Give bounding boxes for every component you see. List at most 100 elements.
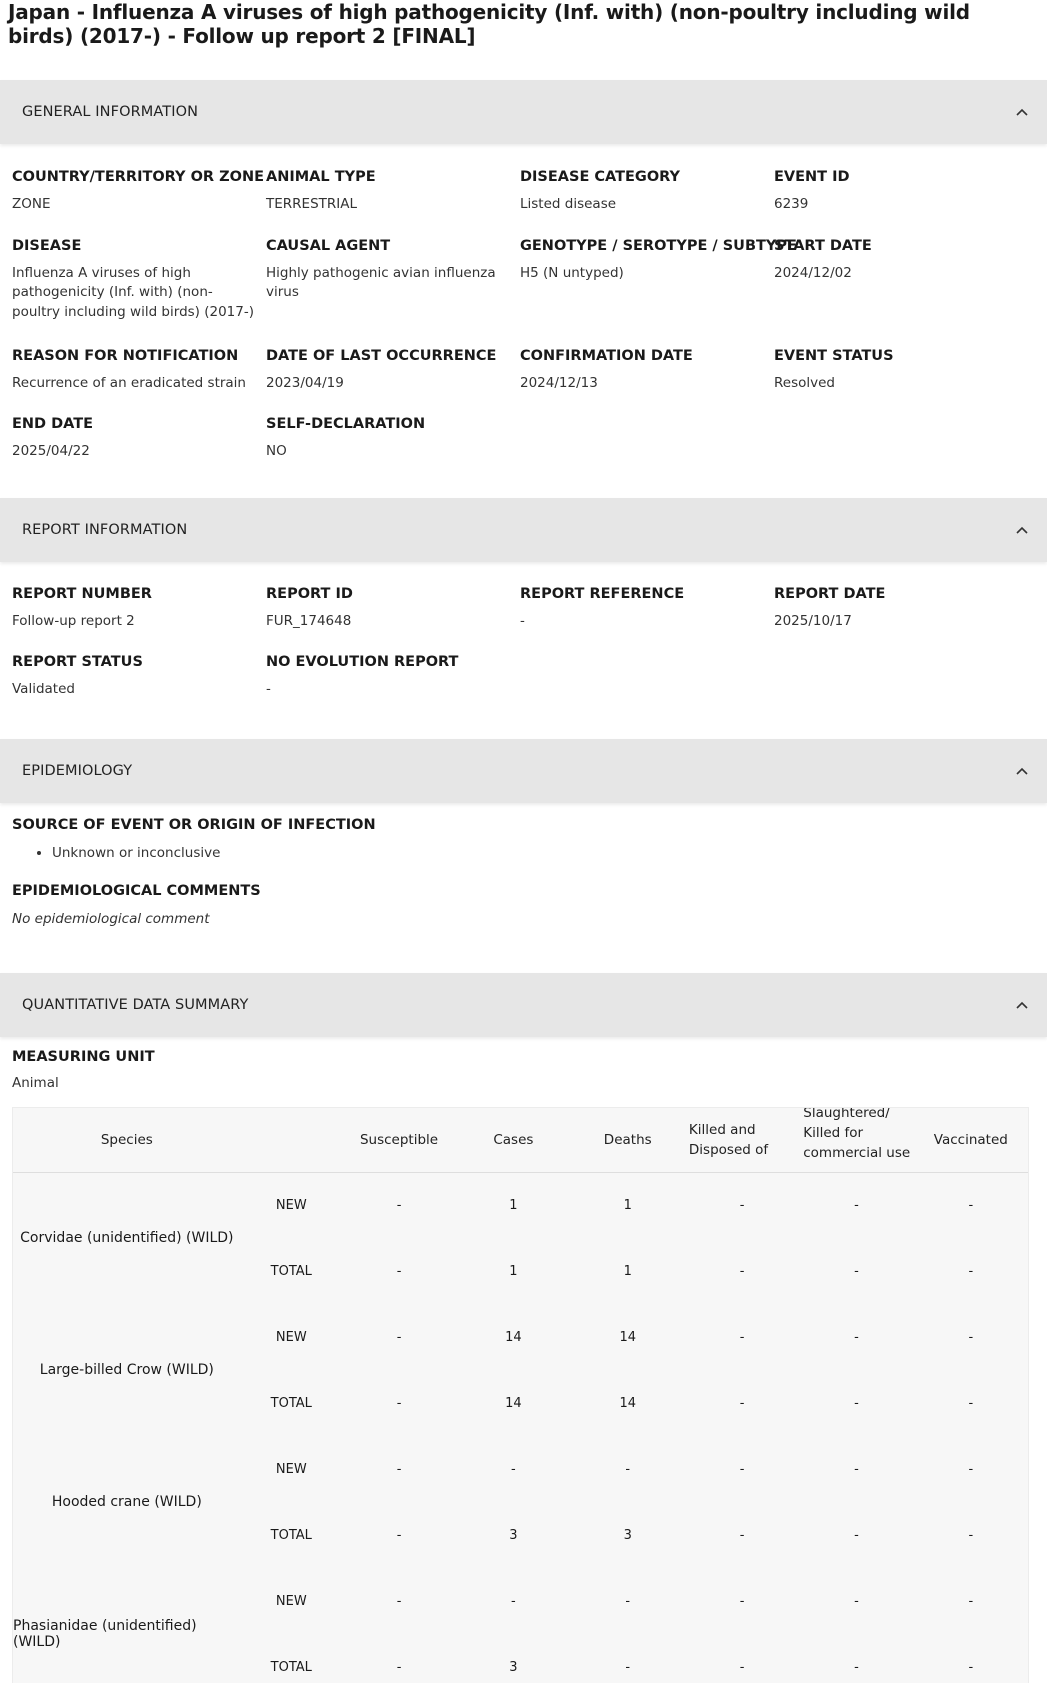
value-cell: - xyxy=(739,1659,745,1675)
value-cell: - xyxy=(968,1263,974,1279)
value-cell: - xyxy=(396,1395,402,1411)
report-page: Japan - Influenza A viruses of high path… xyxy=(0,0,1047,1683)
table-row: Corvidae (unidentified) (WILD) NEW - 1 1 - - - xyxy=(13,1172,1028,1247)
field-start-date: START DATE 2024/12/02 xyxy=(774,237,872,281)
row-type-label: NEW xyxy=(275,1329,307,1345)
source-list: Unknown or inconclusive xyxy=(12,843,1035,863)
general-info-grid-2: DISEASE Influenza A viruses of high path… xyxy=(0,236,1047,323)
table-body: Corvidae (unidentified) (WILD) NEW - 1 1 - - - T… xyxy=(13,1172,1028,1683)
page-title: Japan - Influenza A viruses of high path… xyxy=(8,0,970,48)
col-susceptible[interactable]: Susceptible xyxy=(341,1108,457,1173)
value-cell: - xyxy=(854,1395,859,1411)
table-row: Phasianidae (unidentified) (WILD) NEW - - - -… xyxy=(13,1568,1028,1651)
col-killed-disposed[interactable]: Killed and Disposed of xyxy=(684,1108,800,1173)
field-report-number: REPORT NUMBER Follow-up report 2 xyxy=(12,586,152,629)
field-country: COUNTRY/TERRITORY OR ZONE ZONE xyxy=(12,169,265,212)
section-header-quantitative[interactable]: QUANTITATIVE DATA SUMMARY xyxy=(0,973,1047,1037)
report-info-grid-2: REPORT STATUS Validated NO EVOLUTION REP… xyxy=(0,652,1047,700)
value-cell: - xyxy=(396,1461,402,1477)
value-cell: - xyxy=(739,1395,745,1411)
col-species[interactable]: Species xyxy=(13,1108,241,1173)
epi-source: SOURCE OF EVENT OR ORIGIN OF INFECTION U… xyxy=(0,815,1047,863)
value-cell: 3 xyxy=(509,1527,518,1543)
section-label: QUANTITATIVE DATA SUMMARY xyxy=(22,997,249,1013)
species-cell: Phasianidae (unidentified) (WILD) xyxy=(13,1618,197,1650)
value-cell: 1 xyxy=(623,1197,632,1213)
quantitative-table: Species Susceptible Cases Deaths Killed … xyxy=(12,1107,1029,1683)
measuring-unit: MEASURING UNIT Animal xyxy=(12,1049,155,1091)
value-cell: - xyxy=(968,1197,974,1213)
value-cell: 1 xyxy=(623,1263,632,1279)
report-info-grid: REPORT NUMBER Follow-up report 2 REPORT … xyxy=(0,584,1047,632)
value-cell: - xyxy=(968,1527,974,1543)
epi-comments: EPIDEMIOLOGICAL COMMENTS No epidemiologi… xyxy=(12,883,261,927)
table-header-row: Species Susceptible Cases Deaths Killed … xyxy=(13,1108,1028,1173)
value-cell: 1 xyxy=(509,1263,518,1279)
species-cell: Large-billed Crow (WILD) xyxy=(39,1362,214,1378)
value-cell: - xyxy=(625,1461,631,1477)
col-slaughtered[interactable]: Slaughtered/ Killed for commercial use xyxy=(799,1108,914,1173)
field-end-date: END DATE 2025/04/22 xyxy=(12,415,94,459)
field-disease-category: DISEASE CATEGORY Listed disease xyxy=(520,169,681,212)
value-cell: - xyxy=(739,1197,745,1213)
value-cell: 14 xyxy=(619,1395,636,1411)
value-cell: - xyxy=(854,1197,859,1213)
value-cell: 3 xyxy=(509,1659,518,1675)
species-cell: Corvidae (unidentified) (WILD) xyxy=(20,1230,234,1247)
table-row: Large-billed Crow (WILD) NEW - 14 14 - - - xyxy=(13,1304,1028,1379)
section-header-report[interactable]: REPORT INFORMATION xyxy=(0,498,1047,562)
value-cell: - xyxy=(854,1461,859,1477)
field-report-reference: REPORT REFERENCE - xyxy=(520,586,685,629)
field-self-declaration: SELF-DECLARATION NO xyxy=(266,415,426,459)
value-cell: 3 xyxy=(623,1527,632,1543)
value-cell: - xyxy=(739,1329,745,1345)
field-disease: DISEASE Influenza A viruses of high path… xyxy=(12,237,254,320)
section-label: EPIDEMIOLOGY xyxy=(22,763,133,779)
section-label: REPORT INFORMATION xyxy=(22,522,188,538)
value-cell: - xyxy=(739,1593,745,1609)
value-cell: - xyxy=(396,1197,402,1213)
general-info-grid: COUNTRY/TERRITORY OR ZONE ZONE ANIMAL TY… xyxy=(0,167,1047,215)
field-event-status: EVENT STATUS Resolved xyxy=(774,348,894,391)
value-cell: 1 xyxy=(509,1197,518,1213)
value-cell: - xyxy=(511,1593,516,1609)
row-type-label: NEW xyxy=(275,1197,307,1213)
field-report-date: REPORT DATE 2025/10/17 xyxy=(774,586,886,629)
general-info-grid-4: END DATE 2025/04/22 SELF-DECLARATION NO xyxy=(0,414,1047,462)
section-header-general[interactable]: GENERAL INFORMATION xyxy=(0,80,1047,144)
col-vaccinated[interactable]: Vaccinated xyxy=(913,1108,1028,1173)
value-cell: - xyxy=(396,1329,402,1345)
chevron-up-icon[interactable] xyxy=(1013,521,1031,539)
field-animal-type: ANIMAL TYPE TERRESTRIAL xyxy=(266,169,376,212)
value-cell: - xyxy=(968,1329,974,1345)
value-cell: 14 xyxy=(505,1395,522,1411)
value-cell: - xyxy=(968,1593,974,1609)
row-type-label: TOTAL xyxy=(270,1395,312,1411)
chevron-up-icon[interactable] xyxy=(1013,762,1031,780)
field-report-status: REPORT STATUS Validated xyxy=(12,653,143,697)
row-type-label: NEW xyxy=(275,1593,307,1609)
section-header-epidemiology[interactable]: EPIDEMIOLOGY xyxy=(0,739,1047,803)
field-reason: REASON FOR NOTIFICATION Recurrence of an… xyxy=(12,348,246,391)
chevron-up-icon[interactable] xyxy=(1013,996,1031,1014)
value-cell: - xyxy=(854,1593,859,1609)
value-cell: - xyxy=(625,1659,631,1675)
col-cases[interactable]: Cases xyxy=(456,1108,571,1173)
value-cell: - xyxy=(739,1527,745,1543)
row-type-label: TOTAL xyxy=(270,1527,312,1543)
list-item: Unknown or inconclusive xyxy=(52,843,1035,863)
value-cell: - xyxy=(854,1527,859,1543)
value-cell: - xyxy=(739,1461,745,1477)
value-cell: - xyxy=(396,1593,402,1609)
value-cell: - xyxy=(396,1527,402,1543)
table-row: Hooded crane (WILD) NEW - - - - - - xyxy=(13,1436,1028,1511)
field-causal-agent: CAUSAL AGENT Highly pathogenic avian inf… xyxy=(266,237,496,301)
chevron-up-icon[interactable] xyxy=(1013,103,1031,121)
row-type-label: TOTAL xyxy=(270,1263,312,1279)
species-cell: Hooded crane (WILD) xyxy=(51,1494,202,1510)
value-cell: - xyxy=(511,1461,516,1477)
general-info-grid-3: REASON FOR NOTIFICATION Recurrence of an… xyxy=(0,346,1047,394)
col-deaths[interactable]: Deaths xyxy=(570,1108,685,1173)
value-cell: - xyxy=(625,1593,631,1609)
field-last-occurrence: DATE OF LAST OCCURRENCE 2023/04/19 xyxy=(266,348,497,391)
